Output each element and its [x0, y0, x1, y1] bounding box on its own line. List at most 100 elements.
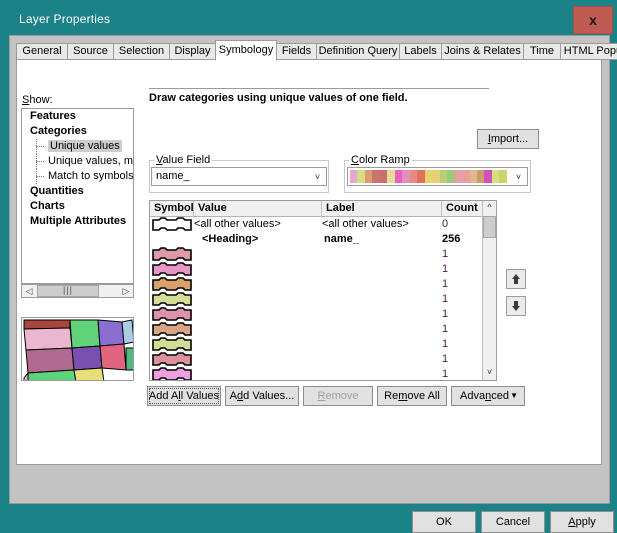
- vscroll-thumb[interactable]: [483, 216, 496, 238]
- symbol-swatch[interactable]: [152, 337, 192, 352]
- tab-fields[interactable]: Fields: [276, 43, 317, 60]
- ramp-band: [476, 170, 485, 183]
- tab-time[interactable]: Time: [523, 43, 561, 60]
- row-symbol[interactable]: [152, 352, 192, 367]
- row-symbol[interactable]: [152, 247, 192, 262]
- chevron-down-icon[interactable]: ˅: [513, 172, 524, 183]
- tab-general[interactable]: General: [16, 43, 68, 60]
- row-symbol[interactable]: [152, 217, 192, 232]
- tree-item-unique-values[interactable]: Unique values: [22, 139, 133, 154]
- ramp-band: [454, 170, 463, 183]
- tab-joins-relates[interactable]: Joins & Relates: [441, 43, 524, 60]
- tree-item-match-to-symbols-in-a[interactable]: Match to symbols in a: [22, 169, 133, 184]
- advanced-button[interactable]: Advanced ▼: [451, 386, 525, 406]
- table-row[interactable]: 1: [150, 307, 482, 322]
- tab-display[interactable]: Display: [169, 43, 216, 60]
- tab-labels[interactable]: Labels: [399, 43, 442, 60]
- add-all-values-button[interactable]: Add All Values: [147, 386, 221, 406]
- column-header-label[interactable]: Label: [322, 201, 442, 216]
- symbol-swatch[interactable]: [152, 307, 192, 322]
- symbol-swatch[interactable]: [152, 352, 192, 367]
- tab-label: Source: [73, 45, 108, 57]
- row-count: 1: [442, 308, 449, 320]
- tab-label: Fields: [281, 45, 312, 57]
- row-symbol[interactable]: [152, 337, 192, 352]
- ramp-band: [409, 170, 418, 183]
- symbol-swatch[interactable]: [152, 247, 192, 262]
- tree-item-multiple-attributes[interactable]: Multiple Attributes: [22, 214, 133, 229]
- table-body[interactable]: <all other values> <all other values> 0 <He…: [150, 217, 482, 380]
- scroll-right-icon[interactable]: ▷: [119, 285, 133, 297]
- tree-item-charts[interactable]: Charts: [22, 199, 133, 214]
- symbol-swatch[interactable]: [152, 217, 192, 232]
- import-button[interactable]: Import...: [477, 129, 539, 149]
- table-row[interactable]: 1: [150, 322, 482, 337]
- show-tree[interactable]: Features Categories Unique values Unique va…: [21, 108, 134, 284]
- row-label: <all other values>: [322, 218, 409, 230]
- table-row[interactable]: 1: [150, 292, 482, 307]
- chevron-down-icon[interactable]: ˅: [312, 172, 323, 183]
- value-field-combo[interactable]: name_ ˅: [151, 167, 327, 186]
- show-label: Show:: [22, 94, 53, 106]
- preview-state-arkansas: [23, 371, 29, 380]
- cancel-button[interactable]: Cancel: [481, 511, 545, 533]
- hscroll-grip-icon: |||: [62, 285, 73, 295]
- tree-item-categories[interactable]: Categories: [22, 124, 133, 139]
- ramp-band: [469, 170, 477, 183]
- window-title: Layer Properties: [19, 12, 111, 26]
- scroll-left-icon[interactable]: ◁: [22, 285, 36, 297]
- table-row[interactable]: <all other values> <all other values> 0: [150, 217, 482, 232]
- row-symbol[interactable]: [152, 292, 192, 307]
- column-header-value[interactable]: Value: [194, 201, 322, 216]
- scroll-down-icon[interactable]: ˅: [483, 366, 496, 380]
- column-header-symbol[interactable]: Symbol: [150, 201, 194, 216]
- dialog-client-area: General Source Selection Display Symbology Fi…: [9, 35, 617, 533]
- ok-button[interactable]: OK: [412, 511, 476, 533]
- symbol-swatch[interactable]: [152, 262, 192, 277]
- column-header-count[interactable]: Count: [442, 201, 484, 216]
- tab-selection[interactable]: Selection: [113, 43, 170, 60]
- tab-html-popup[interactable]: HTML Popup: [560, 43, 617, 60]
- tab-source[interactable]: Source: [67, 43, 114, 60]
- tab-label: HTML Popup: [563, 45, 617, 57]
- table-row[interactable]: 1: [150, 352, 482, 367]
- table-row[interactable]: 1: [150, 367, 482, 380]
- row-symbol[interactable]: [152, 307, 192, 322]
- ramp-band: [447, 170, 455, 183]
- apply-button[interactable]: Apply: [550, 511, 614, 533]
- symbol-swatch[interactable]: [152, 367, 192, 380]
- table-vscrollbar[interactable]: ^ ˅: [482, 201, 496, 380]
- table-row[interactable]: <Heading> name_ 256: [150, 232, 482, 247]
- tab-symbology[interactable]: Symbology: [215, 40, 277, 61]
- symbol-swatch[interactable]: [152, 322, 192, 337]
- tree-item-features[interactable]: Features: [22, 109, 133, 124]
- row-symbol[interactable]: [152, 262, 192, 277]
- ramp-band: [499, 170, 507, 183]
- table-row[interactable]: 1: [150, 337, 482, 352]
- symbology-classes-table[interactable]: Symbol Value Label Count <all other values>…: [149, 200, 497, 381]
- tree-item-quantities[interactable]: Quantities: [22, 184, 133, 199]
- remove-all-button[interactable]: Remove All: [377, 386, 447, 406]
- ramp-band: [394, 170, 403, 183]
- color-ramp-label: Color Ramp: [349, 154, 412, 166]
- scroll-up-icon[interactable]: ^: [483, 201, 496, 215]
- table-row[interactable]: 1: [150, 277, 482, 292]
- chevron-down-icon[interactable]: ▼: [510, 387, 518, 405]
- row-symbol[interactable]: [152, 277, 192, 292]
- symbol-swatch[interactable]: [152, 277, 192, 292]
- add-values-button[interactable]: Add Values...: [225, 386, 299, 406]
- ramp-band: [491, 170, 500, 183]
- table-row[interactable]: 1: [150, 262, 482, 277]
- tab-definition-query[interactable]: Definition Query: [316, 43, 400, 60]
- color-ramp-combo[interactable]: ˅: [347, 167, 528, 186]
- row-symbol[interactable]: [152, 367, 192, 380]
- symbol-swatch[interactable]: [152, 292, 192, 307]
- row-symbol[interactable]: [152, 322, 192, 337]
- move-down-button[interactable]: [506, 296, 526, 316]
- hscroll-thumb[interactable]: |||: [37, 285, 99, 297]
- tree-item-unique-values-many[interactable]: Unique values, many: [22, 154, 133, 169]
- move-up-button[interactable]: [506, 269, 526, 289]
- close-button[interactable]: x: [573, 6, 613, 34]
- table-row[interactable]: 1: [150, 247, 482, 262]
- show-tree-hscrollbar[interactable]: ◁ ||| ▷: [21, 284, 134, 298]
